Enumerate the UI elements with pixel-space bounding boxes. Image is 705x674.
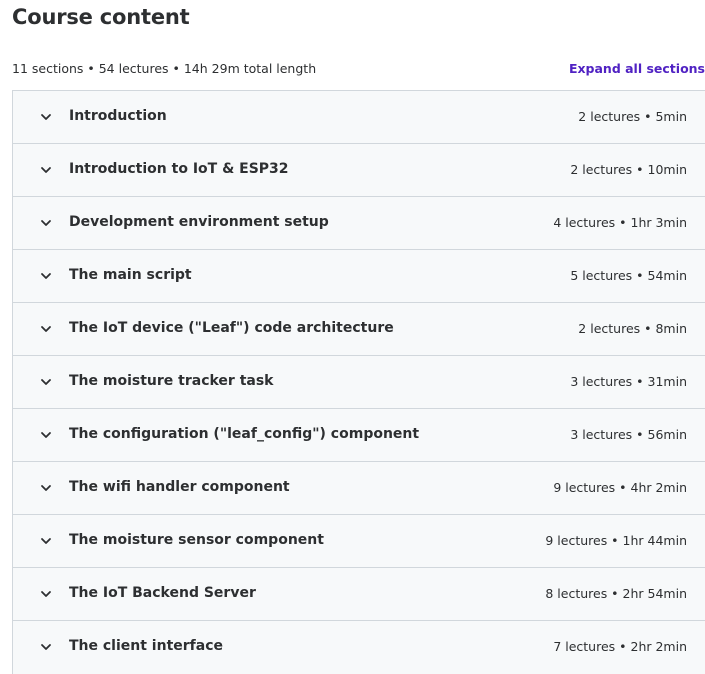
page-title: Course content	[12, 5, 190, 29]
section-row[interactable]: The moisture sensor component 9 lectures…	[13, 515, 705, 568]
chevron-down-icon	[40, 429, 52, 441]
chevron-down-icon	[40, 641, 52, 653]
chevron-down-icon	[40, 111, 52, 123]
section-title: The main script	[69, 267, 192, 283]
section-row[interactable]: Introduction 2 lectures • 5min	[13, 91, 705, 144]
section-row[interactable]: Development environment setup 4 lectures…	[13, 197, 705, 250]
section-meta: 7 lectures • 2hr 2min	[553, 639, 687, 654]
section-meta: 3 lectures • 31min	[570, 374, 687, 389]
section-row[interactable]: Introduction to IoT & ESP32 2 lectures •…	[13, 144, 705, 197]
chevron-down-icon	[40, 588, 52, 600]
section-title: Development environment setup	[69, 214, 329, 230]
section-row[interactable]: The main script 5 lectures • 54min	[13, 250, 705, 303]
course-summary: 11 sections • 54 lectures • 14h 29m tota…	[12, 61, 317, 76]
section-row[interactable]: The IoT Backend Server 8 lectures • 2hr …	[13, 568, 705, 621]
expand-all-sections-button[interactable]: Expand all sections	[569, 61, 705, 76]
chevron-down-icon	[40, 535, 52, 547]
section-row[interactable]: The configuration ("leaf_config") compon…	[13, 409, 705, 462]
chevron-down-icon	[40, 217, 52, 229]
section-title: The moisture sensor component	[69, 532, 324, 548]
section-meta: 3 lectures • 56min	[570, 427, 687, 442]
chevron-down-icon	[40, 164, 52, 176]
section-title: Introduction	[69, 108, 167, 124]
chevron-down-icon	[40, 482, 52, 494]
section-title: The moisture tracker task	[69, 373, 274, 389]
section-list: Introduction 2 lectures • 5min Introduct…	[12, 90, 705, 674]
course-summary-row: 11 sections • 54 lectures • 14h 29m tota…	[12, 61, 705, 79]
section-meta: 4 lectures • 1hr 3min	[553, 215, 687, 230]
section-title: The client interface	[69, 638, 223, 654]
chevron-down-icon	[40, 376, 52, 388]
section-meta: 9 lectures • 1hr 44min	[545, 533, 687, 548]
section-meta: 5 lectures • 54min	[570, 268, 687, 283]
section-row[interactable]: The client interface 7 lectures • 2hr 2m…	[13, 621, 705, 674]
chevron-down-icon	[40, 270, 52, 282]
section-title: The wifi handler component	[69, 479, 290, 495]
course-content-panel: Course content 11 sections • 54 lectures…	[0, 0, 705, 674]
chevron-down-icon	[40, 323, 52, 335]
section-title: The configuration ("leaf_config") compon…	[69, 426, 420, 442]
section-title: The IoT Backend Server	[69, 585, 256, 601]
section-row[interactable]: The wifi handler component 9 lectures • …	[13, 462, 705, 515]
section-meta: 8 lectures • 2hr 54min	[545, 586, 687, 601]
section-title: Introduction to IoT & ESP32	[69, 161, 289, 177]
section-title: The IoT device ("Leaf") code architectur…	[69, 320, 394, 336]
section-meta: 2 lectures • 5min	[578, 109, 687, 124]
section-meta: 2 lectures • 8min	[578, 321, 687, 336]
section-meta: 9 lectures • 4hr 2min	[553, 480, 687, 495]
section-row[interactable]: The IoT device ("Leaf") code architectur…	[13, 303, 705, 356]
section-row[interactable]: The moisture tracker task 3 lectures • 3…	[13, 356, 705, 409]
section-meta: 2 lectures • 10min	[570, 162, 687, 177]
